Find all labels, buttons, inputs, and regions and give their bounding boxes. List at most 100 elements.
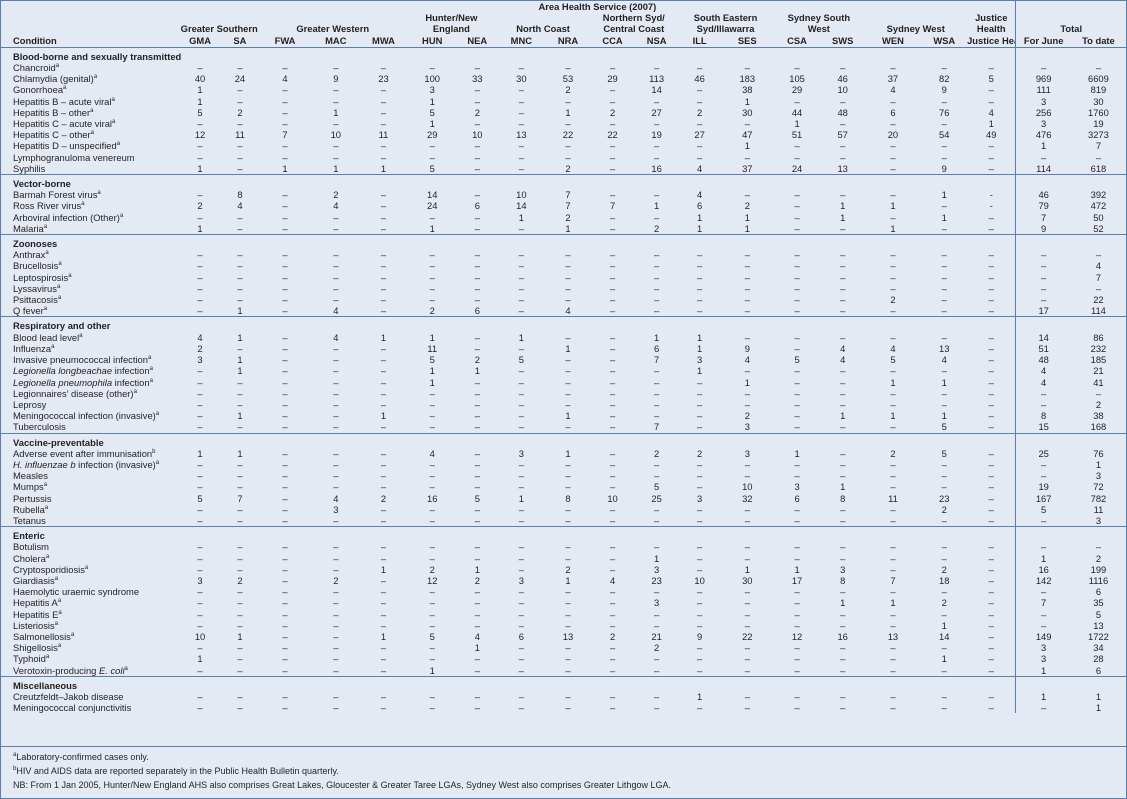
value-cell: – [474,162,480,174]
value-cell: – [380,619,387,631]
value-cell: 3 [654,563,660,575]
table-row: Lymphogranuloma venereum – – – – – – – – – – – – – – – –… [1,151,1126,163]
value-cell: – [609,189,616,201]
value-cell: 24 [234,73,246,85]
value-cell: 13 [562,630,574,642]
column-header: Justice Health [967,34,1016,48]
value-cell: 7 [565,200,571,212]
value-cell: – [988,354,994,366]
value-cell: – [197,282,203,294]
value-cell: – [237,541,243,553]
value-cell: 7 [1095,271,1102,283]
footnote-marker: a [112,118,116,125]
value-cell: 4 [282,73,288,85]
footnote-marker: a [58,609,62,616]
footnote-marker: a [68,272,72,279]
value-cell: – [333,249,339,261]
value-cell: – [282,140,288,152]
value-cell: – [1015,541,1071,553]
value-cell: 5 [654,481,660,493]
value-cell: – [890,421,896,433]
table-header: Area Health Service (2007) Hunter/New Nort… [1,1,1126,48]
value-cell: – [941,249,947,261]
value-cell: 2 [333,574,339,586]
value-cell: – [697,552,703,564]
value-cell: 20 [887,129,899,141]
value-cell: – [282,552,288,564]
value-cell: – [282,398,288,410]
value-cell: 1 [890,200,896,212]
value-cell: – [474,282,480,294]
group-header-line2: England [432,23,470,35]
value-cell: 17 [1015,305,1071,317]
value-cell: – [380,586,387,598]
table-row: Lyssavirusa – – – – – – – – – – – – – – – – – – – – [1,282,1126,295]
value-cell: – [744,653,750,665]
value-cell: – [474,118,480,130]
value-cell: – [988,619,994,631]
value-cell: – [609,387,616,399]
condition-name: Tuberculosis [13,421,66,433]
value-cell: 7 [282,129,288,141]
value-cell: 2 [744,200,750,212]
value-cell: – [1015,62,1071,74]
value-cell: – [333,702,339,714]
value-cell: – [518,387,524,399]
value-cell: 12 [791,630,803,642]
value-cell: 16 [651,162,662,174]
value-cell: – [237,458,243,470]
table-row: Chlamydia (genital)a 40 24 4 9 23 100 33 30 53 29 1… [1,73,1126,85]
value-cell: – [794,398,800,410]
value-cell: 4 [1015,365,1071,377]
value-cell: – [197,586,203,598]
value-cell: – [380,211,387,223]
value-cell: 5 [429,162,435,174]
table-row: Hepatitis B – acute virala 1 – – – – 1 – – – – – – 1 –… [1,95,1126,107]
value-cell: – [609,222,616,234]
value-cell: 44 [791,106,803,118]
value-cell: – [654,376,660,388]
value-cell: 4 [744,354,750,366]
footnote-marker: a [45,654,50,661]
value-cell: 5 [988,73,994,85]
value-cell: 1 [1015,690,1071,703]
value-cell: 1 [744,563,750,575]
value-cell: – [840,222,846,234]
value-cell: – [282,447,288,459]
value-cell: 4 [840,354,846,366]
value-cell: – [890,211,896,223]
column-header: MAC [310,34,361,48]
value-cell: 6609 [1088,73,1109,85]
value-cell: 1 [794,118,800,130]
value-cell: 4 [697,189,703,201]
value-cell: – [380,282,387,294]
value-cell: – [697,410,703,422]
table-row: Psittacosisa – – – – – – – – – – – – – – – 2 – – – 22 [1,294,1126,306]
group-header-line1 [496,12,589,23]
value-cell: 185 [1090,354,1107,366]
value-cell: 2 [429,305,435,317]
value-cell: 13 [516,129,527,141]
value-cell: – [744,331,750,343]
value-cell: 2 [333,189,339,201]
value-cell: – [988,151,994,163]
value-cell: 1 [840,200,846,212]
value-cell: – [609,260,616,272]
footnote-marker: a [58,261,62,268]
value-cell: – [429,690,435,702]
table-row: Legionella longbeachae infectiona – 1 – – – 1 1… [1,365,1126,377]
value-cell: 1 [654,200,660,212]
value-cell: – [744,503,750,515]
table-row: Adverse event after immunisationb 1 1 – – – 4 –… [1,447,1126,459]
condition-name: Tetanus [13,514,46,526]
table-row: Legionnaires’ disease (other)a – – – – – – – – – –… [1,387,1126,399]
footnote-marker: a [43,223,48,230]
value-cell: 7 [654,354,660,366]
value-cell: – [1095,62,1102,74]
value-cell: – [380,597,387,609]
footnote-marker: a [90,107,94,114]
value-cell: 1 [197,653,203,665]
value-cell: – [697,470,703,482]
value-cell: – [654,282,660,294]
value-cell: 1 [697,331,703,343]
